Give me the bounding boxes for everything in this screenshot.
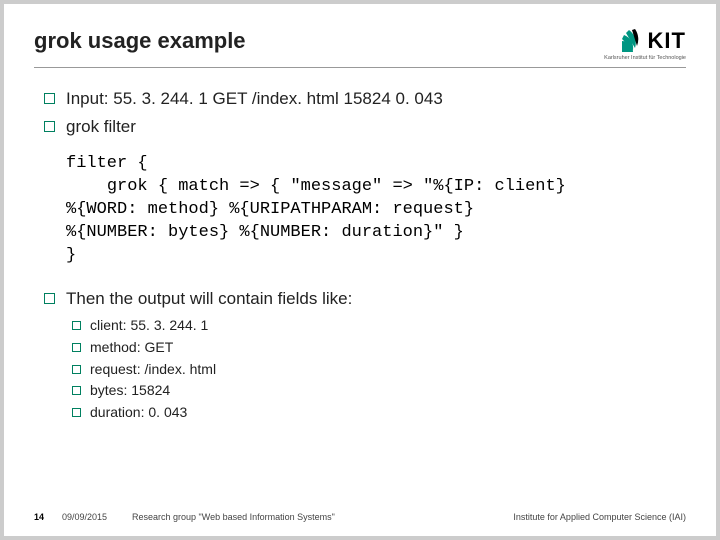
footer-institute: Institute for Applied Computer Science (… bbox=[513, 512, 686, 522]
slide-title: grok usage example bbox=[34, 28, 246, 54]
output-list: Then the output will contain fields like… bbox=[42, 286, 686, 312]
main-list: Input: 55. 3. 244. 1 GET /index. html 15… bbox=[42, 86, 686, 139]
footer-group: Research group "Web based Information Sy… bbox=[132, 512, 513, 522]
bullet-input: Input: 55. 3. 244. 1 GET /index. html 15… bbox=[42, 86, 686, 112]
logo-row: KIT bbox=[620, 28, 686, 54]
field-client: client: 55. 3. 244. 1 bbox=[70, 315, 686, 337]
field-bytes: bytes: 15824 bbox=[70, 380, 686, 402]
bullet-output: Then the output will contain fields like… bbox=[42, 286, 686, 312]
field-method: method: GET bbox=[70, 337, 686, 359]
slide-content: Input: 55. 3. 244. 1 GET /index. html 15… bbox=[34, 86, 686, 424]
slide: grok usage example KIT Karlsruher Instit… bbox=[4, 4, 716, 536]
fields-list: client: 55. 3. 244. 1 method: GET reques… bbox=[42, 315, 686, 423]
logo-text: KIT bbox=[648, 28, 686, 54]
kit-fan-icon bbox=[620, 28, 646, 54]
field-request: request: /index. html bbox=[70, 359, 686, 381]
slide-footer: 14 09/09/2015 Research group "Web based … bbox=[4, 512, 716, 522]
logo-subtitle: Karlsruher Institut für Technologie bbox=[604, 55, 686, 61]
kit-logo: KIT Karlsruher Institut für Technologie bbox=[604, 28, 686, 61]
slide-header: grok usage example KIT Karlsruher Instit… bbox=[34, 28, 686, 68]
footer-date: 09/09/2015 bbox=[62, 512, 132, 522]
page-number: 14 bbox=[34, 512, 62, 522]
bullet-filter: grok filter bbox=[42, 114, 686, 140]
field-duration: duration: 0. 043 bbox=[70, 402, 686, 424]
code-block: filter { grok { match => { "message" => … bbox=[42, 145, 686, 276]
